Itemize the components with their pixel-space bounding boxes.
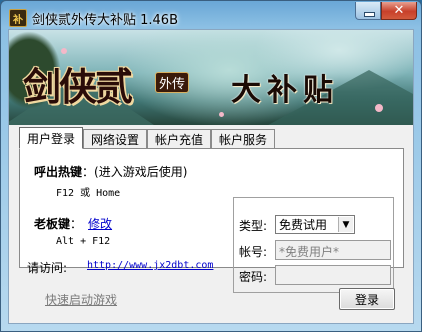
hotkey-note: ：(进入游戏后使用) xyxy=(82,165,188,179)
quick-start-link[interactable]: 快速启动游戏 xyxy=(45,291,117,308)
tab-account-recharge[interactable]: 帐户充值 xyxy=(147,129,212,149)
boss-key-value: Alt + F12 xyxy=(56,236,111,247)
game-banner: 剑侠贰 外传 大补贴 xyxy=(9,30,413,125)
account-field[interactable]: *免费用户* xyxy=(275,240,391,260)
close-button[interactable]: ✕ xyxy=(381,2,417,20)
banner-blossom xyxy=(375,104,383,112)
window-title: 剑侠贰外传大补贴 1.46B xyxy=(32,13,178,28)
game-logo: 剑侠贰 xyxy=(23,64,133,109)
visit-label: 请访问: xyxy=(27,261,68,275)
tab-user-login[interactable]: 用户登录 xyxy=(19,127,84,149)
banner-title: 大补贴 xyxy=(231,73,339,108)
boss-key-colon: ： xyxy=(70,217,83,231)
type-label: 类型: xyxy=(239,219,268,233)
tab-account-service[interactable]: 帐户服务 xyxy=(211,129,276,149)
account-type-value: 免费试用 xyxy=(279,218,328,232)
banner-blossom xyxy=(61,48,67,54)
login-button[interactable]: 登录 xyxy=(339,288,395,310)
boss-key-label: 老板键： 修改 xyxy=(34,215,112,232)
password-field[interactable] xyxy=(275,265,391,285)
password-label: 密码: xyxy=(239,270,268,284)
app-icon[interactable]: 补 xyxy=(9,9,27,27)
boss-key-modify-link[interactable]: 修改 xyxy=(88,217,112,231)
minimize-button[interactable] xyxy=(355,2,381,20)
account-label: 帐号: xyxy=(239,245,268,259)
game-logo-badge: 外传 xyxy=(155,72,190,93)
website-link[interactable]: http://www.jx2dbt.com xyxy=(87,260,213,271)
boss-key-title: 老板键 xyxy=(34,217,71,231)
tab-network-settings[interactable]: 网络设置 xyxy=(83,129,148,149)
banner-blossom xyxy=(219,112,224,117)
hotkey-title: 呼出热键 xyxy=(34,165,83,179)
dropdown-arrow-icon[interactable]: ▼ xyxy=(338,217,353,232)
client-area: 剑侠贰 外传 大补贴 用户登录 网络设置 帐户充值 帐户服务 呼出热键：(进入游… xyxy=(8,29,414,324)
account-type-select[interactable]: 免费试用 ▼ xyxy=(275,215,355,234)
hotkey-label: 呼出热键：(进入游戏后使用) xyxy=(34,163,187,180)
tab-strip: 用户登录 网络设置 帐户充值 帐户服务 xyxy=(19,127,276,149)
hotkey-value: F12 或 Home xyxy=(56,188,121,199)
